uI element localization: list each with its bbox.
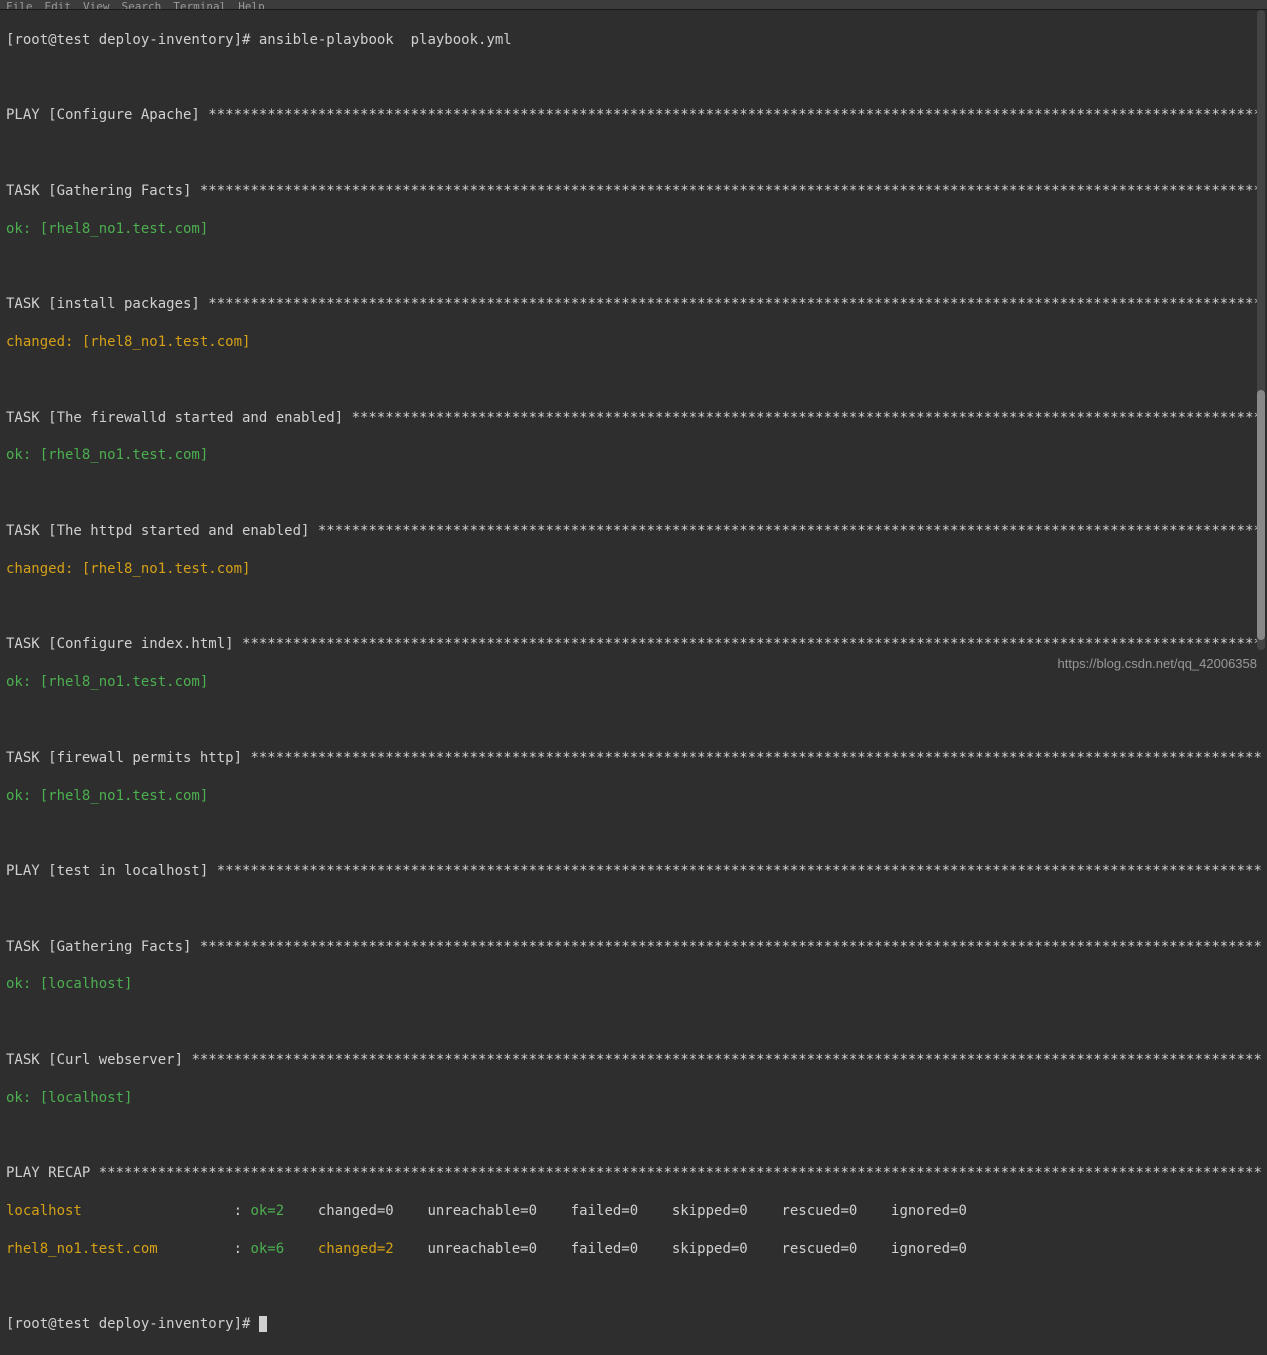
task-header: TASK [Gathering Facts] *****************…: [6, 938, 1261, 957]
recap-row-localhost: localhost : ok=2 changed=0 unreachable=0…: [6, 1202, 1261, 1221]
task-header: TASK [install packages] ****************…: [6, 295, 1261, 314]
scrollbar[interactable]: [1257, 10, 1265, 650]
task-header: TASK [firewall permits http] ***********…: [6, 749, 1261, 768]
task-result-changed: changed: [rhel8_no1.test.com]: [6, 333, 1261, 352]
blank-line: [6, 1127, 1261, 1146]
menubar[interactable]: File Edit View Search Terminal Help: [0, 0, 1267, 10]
menu-terminal[interactable]: Terminal: [173, 0, 226, 10]
task-header: TASK [The httpd started and enabled] ***…: [6, 522, 1261, 541]
prompt-line[interactable]: [root@test deploy-inventory]#: [6, 1315, 1261, 1334]
menu-file[interactable]: File: [6, 0, 33, 10]
menu-search[interactable]: Search: [122, 0, 162, 10]
menu-view[interactable]: View: [83, 0, 110, 10]
task-result-changed: changed: [rhel8_no1.test.com]: [6, 560, 1261, 579]
cursor-icon: [259, 1316, 267, 1332]
blank-line: [6, 711, 1261, 730]
blank-line: [6, 598, 1261, 617]
blank-line: [6, 824, 1261, 843]
play-header: PLAY [Configure Apache] ****************…: [6, 106, 1261, 125]
blank-line: [6, 900, 1261, 919]
task-header: TASK [Gathering Facts] *****************…: [6, 182, 1261, 201]
menu-edit[interactable]: Edit: [45, 0, 72, 10]
blank-line: [6, 484, 1261, 503]
task-result-ok: ok: [rhel8_no1.test.com]: [6, 220, 1261, 239]
task-header: TASK [Configure index.html] ************…: [6, 635, 1261, 654]
task-header: TASK [Curl webserver] ******************…: [6, 1051, 1261, 1070]
task-result-ok: ok: [rhel8_no1.test.com]: [6, 787, 1261, 806]
blank-line: [6, 69, 1261, 88]
task-header: TASK [The firewalld started and enabled]…: [6, 409, 1261, 428]
blank-line: [6, 1278, 1261, 1297]
task-result-ok: ok: [localhost]: [6, 1089, 1261, 1108]
scrollbar-thumb[interactable]: [1257, 390, 1265, 640]
menu-help[interactable]: Help: [238, 0, 265, 10]
blank-line: [6, 1013, 1261, 1032]
blank-line: [6, 258, 1261, 277]
play-recap-header: PLAY RECAP *****************************…: [6, 1164, 1261, 1183]
task-result-ok: ok: [localhost]: [6, 975, 1261, 994]
task-result-ok: ok: [rhel8_no1.test.com]: [6, 673, 1261, 692]
prompt-line: [root@test deploy-inventory]# ansible-pl…: [6, 31, 1261, 50]
task-result-ok: ok: [rhel8_no1.test.com]: [6, 446, 1261, 465]
recap-row-rhel8: rhel8_no1.test.com : ok=6 changed=2 unre…: [6, 1240, 1261, 1259]
play-header: PLAY [test in localhost] ***************…: [6, 862, 1261, 881]
blank-line: [6, 144, 1261, 163]
watermark: https://blog.csdn.net/qq_42006358: [1058, 655, 1258, 673]
terminal-output[interactable]: [root@test deploy-inventory]# ansible-pl…: [0, 10, 1267, 1355]
blank-line: [6, 371, 1261, 390]
